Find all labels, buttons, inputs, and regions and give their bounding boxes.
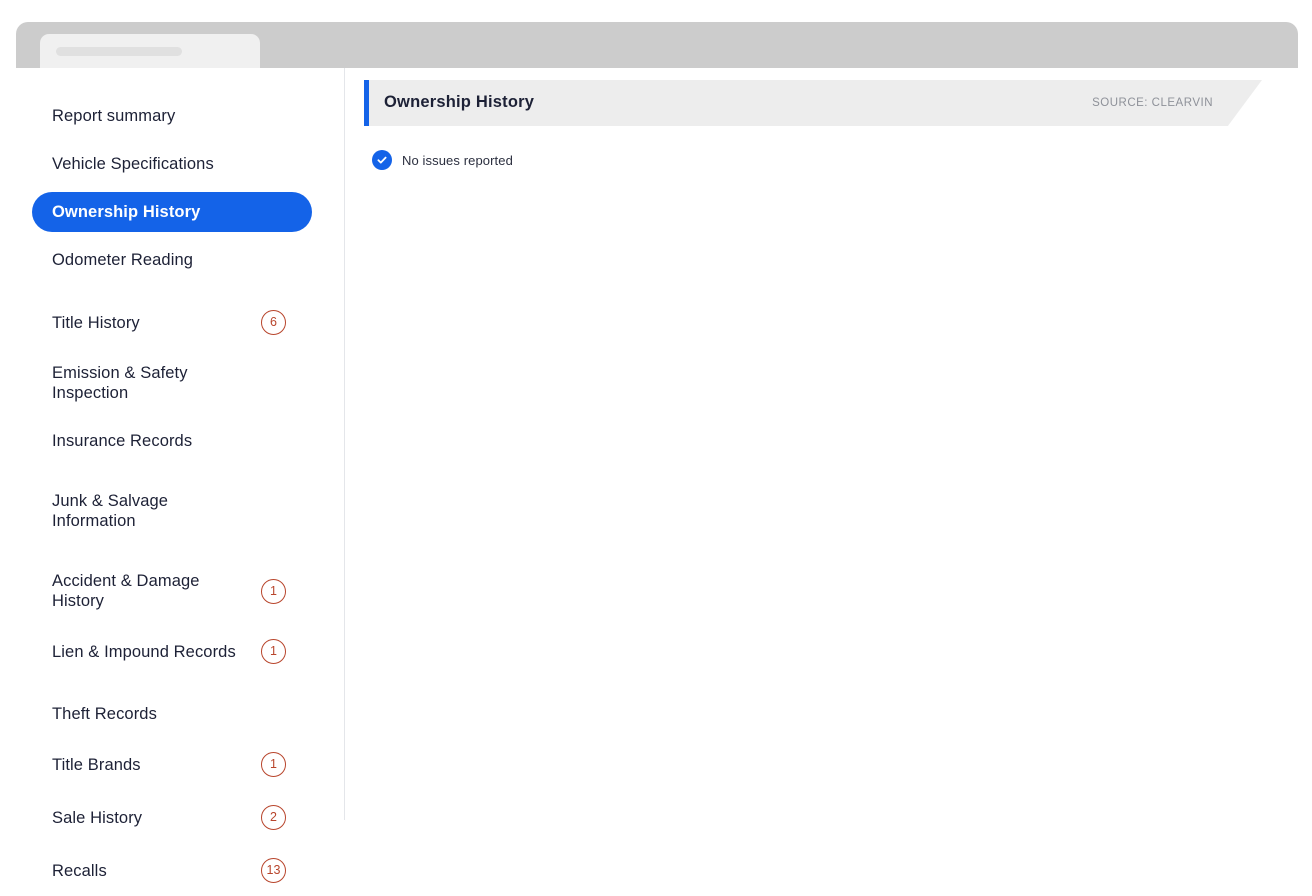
section-header: Ownership History SOURCE: CLEARVIN (364, 80, 1262, 126)
status-text: No issues reported (402, 152, 513, 168)
status-row: No issues reported (372, 150, 513, 170)
sidebar-item-insurance-records[interactable]: Insurance Records (32, 421, 312, 461)
app-body: Report summary Vehicle Specifications Owne… (0, 68, 1312, 896)
report-page: Report summary Vehicle Specifications Owne… (0, 0, 1312, 896)
sidebar-item-emission-safety-inspection[interactable]: Emission & Safety Inspection (32, 353, 312, 413)
sidebar-item-label: Insurance Records (52, 432, 193, 450)
sidebar-item-count-badge: 1 (261, 639, 286, 664)
sidebar-item-label: Vehicle Specifications (52, 155, 214, 173)
sidebar-item-odometer-reading[interactable]: Odometer Reading (32, 240, 312, 280)
section-source-label: SOURCE: CLEARVIN (1092, 97, 1213, 109)
sidebar-item-title-history[interactable]: Title History 6 (32, 300, 312, 345)
sidebar-item-label: Title History (52, 313, 140, 332)
sidebar-item-label: Lien & Impound Records (52, 642, 236, 661)
sidebar-item-count-badge: 2 (261, 805, 286, 830)
browser-tab[interactable] (40, 34, 260, 68)
sidebar-item-label: Title Brands (52, 755, 141, 774)
sidebar-item-junk-salvage-information[interactable]: Junk & Salvage Information (32, 481, 312, 541)
sidebar-item-label: Ownership History (52, 203, 201, 221)
sidebar-item-label: Accident & Damage History (52, 572, 200, 610)
section-title: Ownership History (384, 93, 535, 111)
sidebar-item-label: Theft Records (52, 705, 157, 723)
sidebar-item-recalls[interactable]: Recalls 13 (32, 848, 312, 893)
sidebar-item-theft-records[interactable]: Theft Records (32, 694, 312, 734)
browser-tab-title-placeholder (56, 47, 182, 56)
sidebar-item-title-brands[interactable]: Title Brands 1 (32, 742, 312, 787)
sidebar-item-ownership-history[interactable]: Ownership History (32, 192, 312, 232)
report-content: Ownership History SOURCE: CLEARVIN No is… (345, 68, 1312, 896)
sidebar-item-accident-damage-history[interactable]: Accident & Damage History 1 (32, 561, 312, 621)
section-header-accent-bar (364, 80, 369, 126)
sidebar-item-lien-impound-records[interactable]: Lien & Impound Records 1 (32, 629, 312, 674)
sidebar-item-label: Sale History (52, 808, 143, 827)
sidebar-item-count-badge: 13 (261, 858, 286, 883)
sidebar-item-label: Report summary (52, 107, 176, 125)
sidebar-item-label: Odometer Reading (52, 251, 194, 269)
browser-chrome-bar (16, 22, 1298, 68)
sidebar-item-label: Junk & Salvage Information (52, 492, 169, 530)
report-sidebar-nav: Report summary Vehicle Specifications Owne… (0, 68, 344, 883)
sidebar-item-sale-history[interactable]: Sale History 2 (32, 795, 312, 840)
check-circle-icon (372, 150, 392, 170)
sidebar-item-count-badge: 1 (261, 752, 286, 777)
sidebar-item-count-badge: 1 (261, 578, 286, 604)
sidebar-item-label: Emission & Safety Inspection (52, 364, 188, 402)
sidebar-item-report-summary[interactable]: Report summary (32, 96, 312, 136)
sidebar-item-count-badge: 6 (261, 310, 286, 335)
sidebar-item-label: Recalls (52, 861, 107, 880)
sidebar-item-vehicle-specifications[interactable]: Vehicle Specifications (32, 144, 312, 184)
